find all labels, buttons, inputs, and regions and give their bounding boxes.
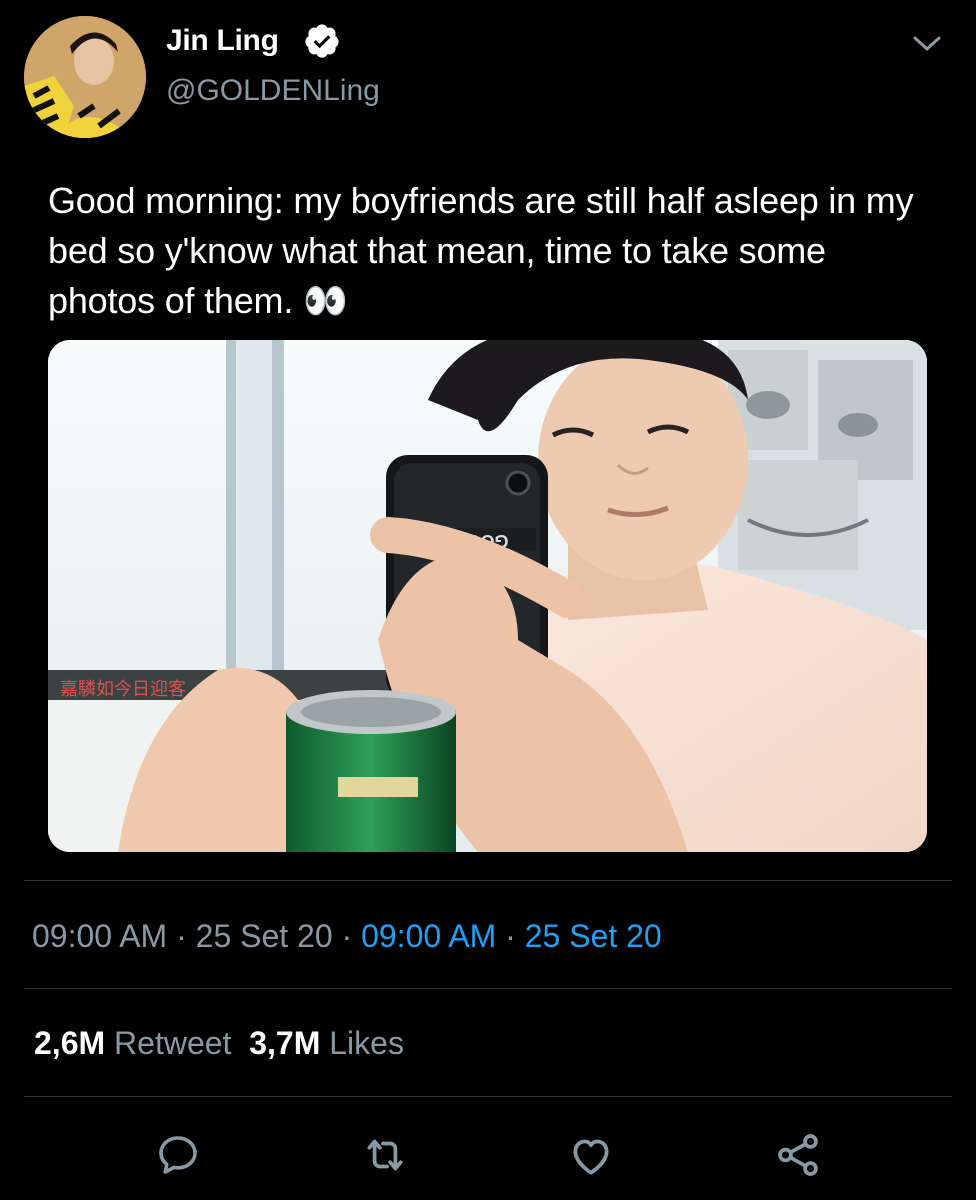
retweets-stat[interactable]: 2,6M Retweet [34,1025,231,1061]
share-icon [778,1134,818,1176]
divider [24,880,952,881]
share-button[interactable] [773,1130,823,1180]
likes-stat[interactable]: 3,7M Likes [249,1025,404,1061]
chevron-down-icon[interactable] [912,34,942,54]
retweets-label: Retweet [114,1025,232,1061]
tweet-text: Good morning: my boyfriends are still ha… [48,180,914,321]
reply-icon [159,1136,197,1174]
tweet-date: 25 Set 20 [195,918,333,954]
tweet-time-link[interactable]: 09:00 AM [361,918,496,954]
like-button[interactable] [566,1130,616,1180]
tweet-media-image[interactable]: GOOD 嘉驎如今日迎客 [48,340,927,852]
divider [24,1096,952,1097]
divider [24,988,952,989]
retweet-button[interactable] [360,1130,410,1180]
retweets-count: 2,6M [34,1025,106,1061]
likes-label: Likes [329,1025,404,1061]
meta-separator: · [167,918,196,954]
heart-icon [573,1139,609,1175]
tweet-stats: 2,6M Retweet 3,7M Likes [34,1025,404,1062]
user-handle[interactable]: @GOLDENLing [166,74,380,108]
tweet-date-link[interactable]: 25 Set 20 [525,918,662,954]
watermark-text: 嘉驎如今日迎客 [60,679,186,699]
tweet-time: 09:00 AM [32,918,168,954]
tweet-timestamp: 09:00 AM · 25 Set 20 · 09:00 AM · 25 Set… [32,918,662,955]
retweet-icon [367,1139,403,1171]
likes-count: 3,7M [249,1025,321,1061]
meta-separator: · [496,918,525,954]
photo: GOOD 嘉驎如今日迎客 [48,340,927,852]
reply-button[interactable] [153,1130,203,1180]
meta-separator: · [332,918,362,954]
display-name[interactable]: Jin Ling [166,24,279,58]
verified-badge-icon [304,24,339,58]
avatar-image [24,16,146,138]
avatar[interactable] [24,16,146,138]
user-name-row[interactable]: Jin Ling [166,22,341,60]
